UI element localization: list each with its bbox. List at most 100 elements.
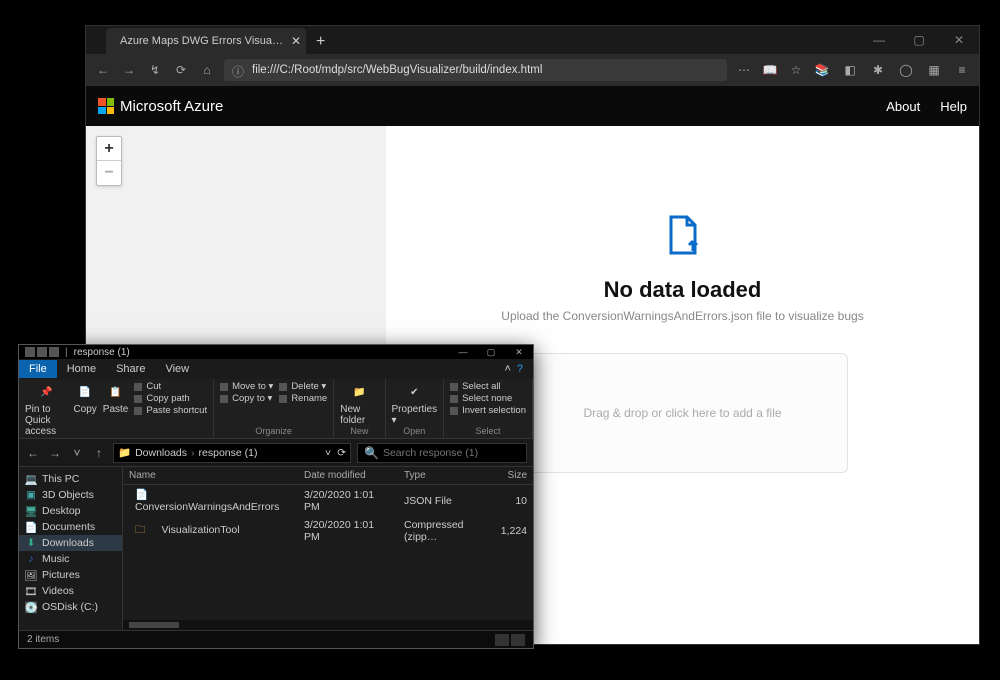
page-actions-icon[interactable]: ⋯ xyxy=(735,61,753,79)
rename-button[interactable]: Rename xyxy=(279,393,327,404)
home-button[interactable]: ⌂ xyxy=(198,61,216,79)
nav-forward[interactable]: → xyxy=(47,445,63,461)
dropzone-label: Drag & drop or click here to add a file xyxy=(583,406,781,420)
new-tab-button[interactable]: + xyxy=(316,33,325,51)
path-dropdown-icon[interactable]: ˅ xyxy=(325,447,331,459)
brand-text: Microsoft Azure xyxy=(120,98,223,115)
cut-button[interactable]: Cut xyxy=(134,381,207,392)
column-headers[interactable]: Name Date modified Type Size xyxy=(123,467,533,485)
tab-share[interactable]: Share xyxy=(106,360,155,378)
paste-shortcut-button[interactable]: Paste shortcut xyxy=(134,405,207,416)
reload-button[interactable]: ⟳ xyxy=(172,61,190,79)
group-open-label: Open xyxy=(392,426,438,436)
explorer-max-button[interactable]: ▢ xyxy=(477,345,505,359)
col-name[interactable]: Name xyxy=(123,467,298,484)
copyto-button[interactable]: Copy to ▾ xyxy=(220,393,273,404)
view-large-icon[interactable] xyxy=(511,634,525,646)
settings-icon[interactable]: ✱ xyxy=(869,61,887,79)
pocket-icon[interactable]: ◧ xyxy=(841,61,859,79)
nav-osdisk[interactable]: 💽OSDisk (C:) xyxy=(19,599,122,615)
library-icon[interactable]: 📚 xyxy=(813,61,831,79)
search-input[interactable] xyxy=(383,447,520,459)
paste-button[interactable]: 📋Paste xyxy=(103,381,129,415)
nav-recent[interactable]: ˅ xyxy=(69,445,85,461)
nav-documents[interactable]: 📄Documents xyxy=(19,519,122,535)
file-row[interactable]: 📄ConversionWarningsAndErrors 3/20/2020 1… xyxy=(123,485,533,516)
tab-home[interactable]: Home xyxy=(57,360,106,378)
ribbon-collapse[interactable]: ˄ ? xyxy=(494,360,533,378)
header-links: About Help xyxy=(886,99,967,114)
forward-button[interactable]: → xyxy=(120,61,138,79)
explorer-title: response (1) xyxy=(74,347,130,358)
grid-icon[interactable]: ▦ xyxy=(925,61,943,79)
help-icon[interactable]: ? xyxy=(517,363,523,375)
explorer-body: 💻This PC ▣3D Objects 🖥Desktop 📄Documents… xyxy=(19,467,533,630)
browser-tab[interactable]: Azure Maps DWG Errors Visua… ✕ xyxy=(106,28,306,54)
menu-icon[interactable]: ≡ xyxy=(953,61,971,79)
nav-up[interactable]: ↑ xyxy=(91,445,107,461)
col-date[interactable]: Date modified xyxy=(298,467,398,484)
address-bar: ← → ↯ ⟳ ⌂ ⓘ ⋯ 📖 ☆ 📚 ◧ ✱ ◯ ▦ ≡ xyxy=(86,54,979,86)
delete-button[interactable]: Delete ▾ xyxy=(279,381,327,392)
group-select-label: Select xyxy=(450,426,526,436)
explorer-close-button[interactable]: ✕ xyxy=(505,345,533,359)
explorer-window-controls: — ▢ ✕ xyxy=(449,345,533,359)
toolbar-right: 📚 ◧ ✱ ◯ ▦ ≡ xyxy=(813,61,971,79)
path-root[interactable]: Downloads xyxy=(135,447,187,459)
minimize-button[interactable]: — xyxy=(859,26,899,54)
view-details-icon[interactable] xyxy=(495,634,509,646)
account-icon[interactable]: ◯ xyxy=(897,61,915,79)
nav-tree[interactable]: 💻This PC ▣3D Objects 🖥Desktop 📄Documents… xyxy=(19,467,123,630)
dropzone[interactable]: Drag & drop or click here to add a file xyxy=(518,353,848,473)
search-box[interactable]: 🔍 xyxy=(357,443,527,463)
site-info-icon[interactable]: ⓘ xyxy=(232,63,246,77)
zoom-in-button[interactable]: + xyxy=(97,137,121,161)
brand[interactable]: Microsoft Azure xyxy=(98,98,223,115)
nav-desktop[interactable]: 🖥Desktop xyxy=(19,503,122,519)
maximize-button[interactable]: ▢ xyxy=(899,26,939,54)
close-button[interactable]: ✕ xyxy=(939,26,979,54)
path-refresh-icon[interactable]: ⟳ xyxy=(337,447,346,459)
tab-view[interactable]: View xyxy=(155,360,199,378)
back-button[interactable]: ← xyxy=(94,61,112,79)
copy-button[interactable]: 📄Copy xyxy=(73,381,96,415)
pin-quick-access-button[interactable]: 📌Pin to Quick access xyxy=(25,381,67,437)
col-type[interactable]: Type xyxy=(398,467,493,484)
explorer-min-button[interactable]: — xyxy=(449,345,477,359)
new-folder-button[interactable]: 📁New folder xyxy=(340,381,378,426)
reader-icon[interactable]: 📖 xyxy=(761,61,779,79)
select-none-button[interactable]: Select none xyxy=(450,393,526,404)
tab-close-icon[interactable]: ✕ xyxy=(291,34,301,48)
nav-downloads[interactable]: ⬇Downloads xyxy=(19,535,122,551)
search-icon: 🔍 xyxy=(364,446,379,460)
path-box[interactable]: 📁 Downloads › response (1) ˅ ⟳ xyxy=(113,443,351,463)
tab-file[interactable]: File xyxy=(19,360,57,378)
copy-path-button[interactable]: Copy path xyxy=(134,393,207,404)
window-controls: — ▢ ✕ xyxy=(859,26,979,54)
col-size[interactable]: Size xyxy=(493,467,533,484)
ribbon: 📌Pin to Quick access 📄Copy 📋Paste Cut Co… xyxy=(19,379,533,439)
properties-button[interactable]: ✔Properties ▾ xyxy=(392,381,438,426)
nav-music[interactable]: ♪Music xyxy=(19,551,122,567)
zoom-out-button[interactable]: − xyxy=(97,161,121,185)
about-link[interactable]: About xyxy=(886,99,920,114)
moveto-button[interactable]: Move to ▾ xyxy=(220,381,273,392)
nav-this-pc[interactable]: 💻This PC xyxy=(19,471,122,487)
bookmark-star-icon[interactable]: ☆ xyxy=(787,61,805,79)
status-text: 2 items xyxy=(27,634,59,645)
nav-back[interactable]: ← xyxy=(25,445,41,461)
explorer-titlebar[interactable]: | response (1) — ▢ ✕ xyxy=(19,345,533,359)
select-all-button[interactable]: Select all xyxy=(450,381,526,392)
nav-3d-objects[interactable]: ▣3D Objects xyxy=(19,487,122,503)
tab-strip: Azure Maps DWG Errors Visua… ✕ + xyxy=(86,26,979,54)
url-box[interactable]: ⓘ xyxy=(224,59,727,81)
file-row[interactable]: 🗀VisualizationTool 3/20/2020 1:01 PM Com… xyxy=(123,516,533,546)
h-scrollbar[interactable] xyxy=(123,620,533,630)
invert-selection-button[interactable]: Invert selection xyxy=(450,405,526,416)
url-input[interactable] xyxy=(252,64,719,76)
nav-videos[interactable]: 🎞Videos xyxy=(19,583,122,599)
path-current[interactable]: response (1) xyxy=(199,447,258,459)
help-link[interactable]: Help xyxy=(940,99,967,114)
nav-pictures[interactable]: 🖼Pictures xyxy=(19,567,122,583)
dev-button[interactable]: ↯ xyxy=(146,61,164,79)
